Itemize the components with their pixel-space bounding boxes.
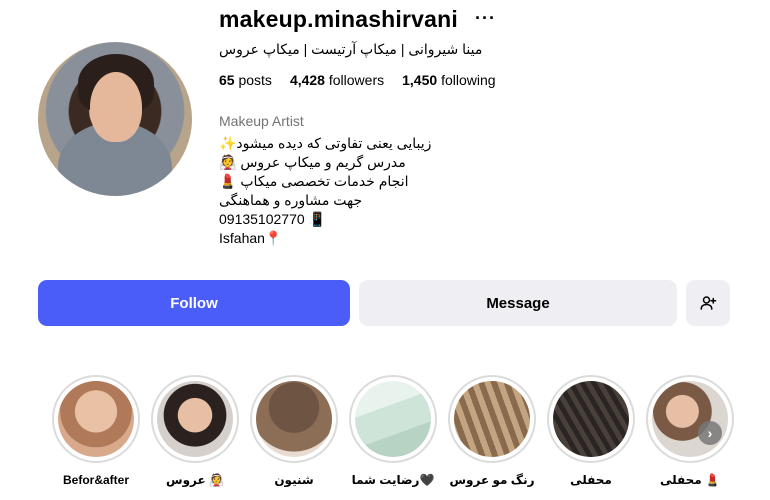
highlight-item[interactable]: رضایت شما🖤 — [349, 375, 437, 487]
chevron-right-icon[interactable]: › — [698, 421, 722, 445]
followers-count: 4,428 — [289, 72, 325, 88]
highlight-item[interactable]: رنگ مو عروس — [448, 375, 536, 487]
profile-bio: زیبایی یعنی تفاوتی که دیده میشود✨ مدرس گ… — [219, 134, 479, 248]
add-user-icon — [700, 296, 717, 310]
followers-stat[interactable]: 4,428 followers — [290, 72, 384, 88]
followers-label: followers — [328, 72, 385, 88]
highlight-cover — [553, 381, 629, 457]
highlight-cover — [652, 381, 728, 457]
add-user-button[interactable] — [686, 280, 730, 326]
bio-line: جهت مشاوره و هماهنگی — [219, 192, 363, 208]
profile-stats: 65 posts 4,428 followers 1,450 following — [219, 72, 496, 88]
bio-line: انجام خدمات تخصصی میکاپ 💄 — [219, 173, 409, 189]
highlight-item[interactable]: شنیون — [250, 375, 338, 487]
message-button[interactable]: Message — [359, 280, 677, 326]
story-highlights: Befor&after عروس 👰 شنیون رضایت شما🖤 رنگ … — [0, 375, 770, 500]
highlight-label: Befor&after — [62, 473, 129, 487]
highlight-label: محفلی — [570, 473, 612, 487]
highlight-label: محفلی 💄 — [659, 473, 721, 487]
highlight-label: شنیون — [274, 473, 314, 487]
posts-stat[interactable]: 65 posts — [219, 72, 272, 88]
highlight-label: رنگ مو عروس — [449, 473, 535, 487]
bio-line: مدرس گریم و میکاپ عروس 👰 — [219, 154, 406, 170]
profile-fullname: مینا شیروانی | میکاپ آرتیست | میکاپ عروس — [219, 41, 483, 57]
highlight-cover — [58, 381, 134, 457]
bio-line: زیبایی یعنی تفاوتی که دیده میشود✨ — [219, 135, 432, 151]
highlight-label: عروس 👰 — [166, 473, 224, 487]
profile-avatar[interactable] — [38, 42, 192, 196]
highlight-item[interactable]: عروس 👰 — [151, 375, 239, 487]
following-stat[interactable]: 1,450 following — [402, 72, 495, 88]
following-label: following — [441, 72, 496, 88]
following-count: 1,450 — [402, 72, 438, 88]
bio-location: Isfahan📍 — [219, 230, 283, 246]
highlight-label: رضایت شما🖤 — [351, 473, 435, 487]
more-horizontal-icon[interactable]: ··· — [475, 8, 496, 29]
bio-phone[interactable]: 09135102770 📱 — [219, 210, 479, 229]
follow-button[interactable]: Follow — [38, 280, 350, 326]
highlight-item[interactable]: محفلی — [547, 375, 635, 487]
highlight-cover — [157, 381, 233, 457]
profile-category: Makeup Artist — [219, 113, 304, 129]
highlight-cover — [256, 381, 332, 457]
highlight-item[interactable]: Befor&after — [52, 375, 140, 487]
highlight-cover — [355, 381, 431, 457]
posts-count: 65 — [219, 72, 235, 88]
profile-username: makeup.minashirvani — [219, 6, 458, 32]
highlight-cover — [454, 381, 530, 457]
posts-label: posts — [238, 72, 272, 88]
